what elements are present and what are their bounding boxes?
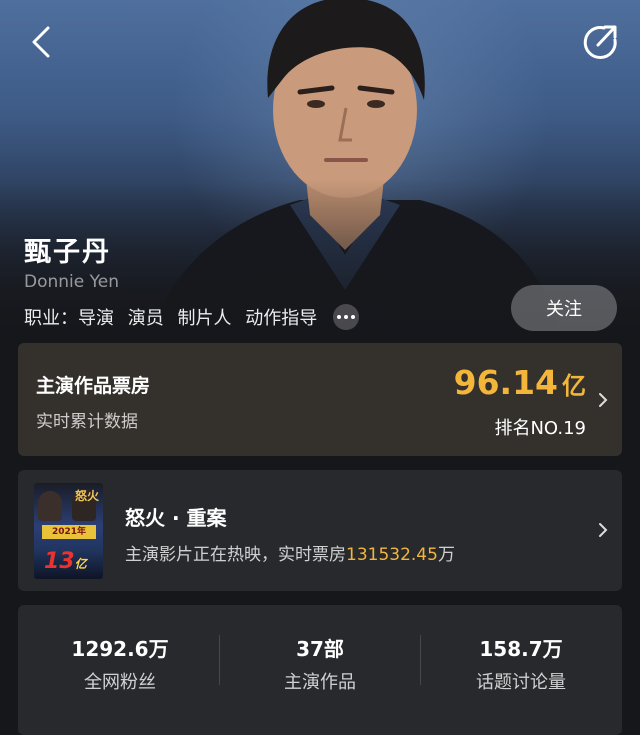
role-item: 演员 (127, 308, 164, 329)
role-item: 制片人 (177, 308, 232, 329)
chevron-right-icon (599, 523, 608, 537)
box-office-rank: 排名NO.19 (494, 418, 586, 439)
poster-year-banner: 2021年 (42, 525, 96, 539)
movie-box-unit: 万 (437, 545, 455, 565)
poster-logo: 怒火 (74, 489, 99, 503)
movie-subtitle: 主演影片正在热映，实时票房131532.45万 (125, 540, 455, 565)
box-office-value: 96.14 亿 (454, 363, 586, 402)
more-roles-button[interactable] (333, 304, 360, 330)
now-showing-movie-card[interactable]: 怒火 2021年 13亿 怒火 · 重案 主演影片正在热映，实时票房131532… (18, 470, 622, 591)
box-office-number: 96.14 (453, 363, 558, 402)
movie-box-value: 131532.45 (346, 545, 438, 565)
movie-poster: 怒火 2021年 13亿 (34, 483, 103, 579)
chevron-left-icon (32, 26, 50, 58)
poster-amount-number: 13 (44, 549, 75, 574)
stat-discussion[interactable]: 158.7万 话题讨论量 (421, 605, 621, 705)
profession-label: 职业： (24, 308, 78, 329)
stats-card: 1292.6万 全网粉丝 37部 主演作品 158.7万 话题讨论量 (18, 605, 622, 735)
stat-label: 话题讨论量 (476, 672, 566, 693)
stat-value: 1292.6万 (71, 637, 169, 661)
role-item: 动作指导 (245, 308, 318, 329)
share-button[interactable] (578, 20, 622, 64)
chevron-right-icon (599, 393, 608, 407)
box-office-card[interactable]: 主演作品票房 实时累计数据 96.14 亿 排名NO.19 (18, 343, 622, 456)
stat-value: 37部 (296, 637, 344, 661)
more-dots-icon (337, 315, 342, 319)
movie-subtitle-prefix: 主演影片正在热映，实时票房 (125, 545, 346, 565)
share-icon (583, 25, 617, 60)
box-office-unit: 亿 (562, 372, 586, 400)
box-office-title: 主演作品票房 (36, 375, 151, 397)
actor-name-chinese: 甄子丹 (24, 237, 111, 268)
box-office-subtitle: 实时累计数据 (36, 412, 138, 432)
actor-name-english: Donnie Yen (24, 272, 119, 292)
profession-row: 职业： 导演 演员 制片人 动作指导 (24, 304, 360, 330)
profession-roles: 导演 演员 制片人 动作指导 (78, 304, 325, 330)
back-button[interactable] (22, 22, 62, 62)
stat-value: 158.7万 (479, 637, 563, 661)
stat-label: 全网粉丝 (84, 672, 156, 693)
role-item: 导演 (78, 308, 114, 329)
follow-button[interactable]: 关注 (511, 285, 617, 331)
stat-fans[interactable]: 1292.6万 全网粉丝 (20, 605, 220, 705)
stat-label: 主演作品 (284, 672, 356, 693)
stat-works[interactable]: 37部 主演作品 (220, 605, 420, 705)
poster-amount: 13亿 (44, 549, 87, 574)
movie-title: 怒火 · 重案 (125, 506, 227, 530)
poster-figure (38, 491, 62, 521)
poster-amount-unit: 亿 (74, 557, 87, 571)
